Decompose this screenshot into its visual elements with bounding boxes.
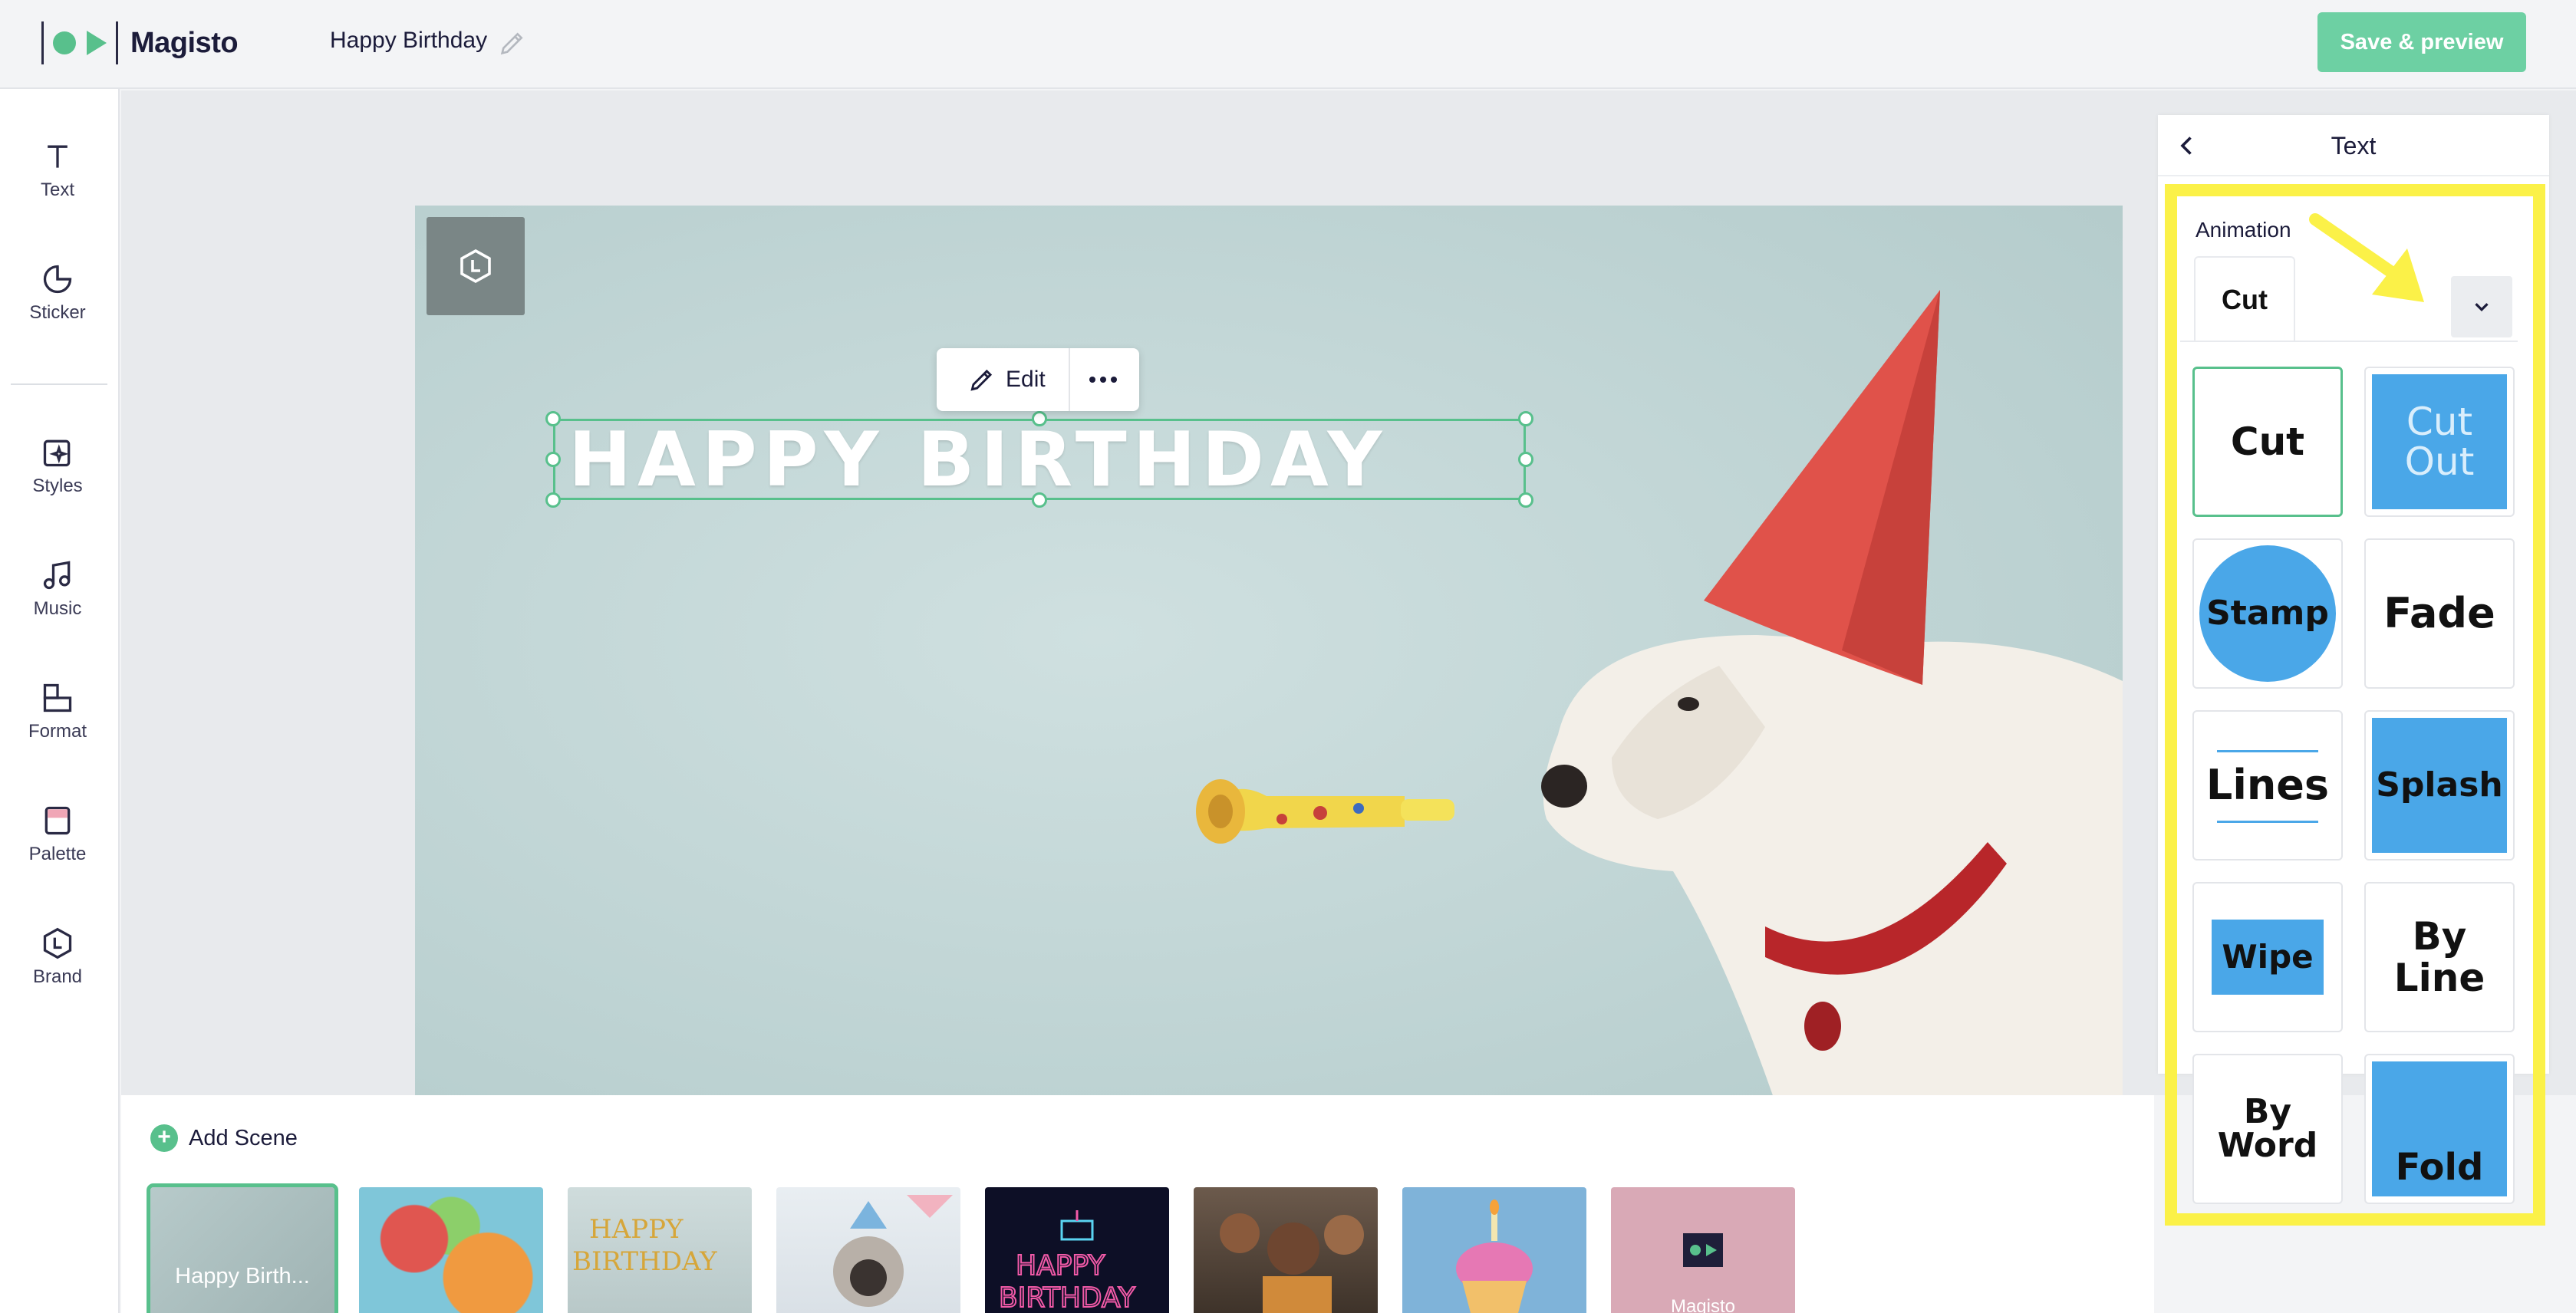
svg-text:BIRTHDAY: BIRTHDAY <box>999 1282 1136 1313</box>
magisto-logo[interactable]: Magisto <box>41 20 239 66</box>
scene-caption: Magisto <box>1670 1296 1736 1313</box>
palette-icon <box>44 806 71 835</box>
logo-play-icon <box>87 31 107 55</box>
text-icon <box>48 145 68 168</box>
resize-handle-bottom-left[interactable] <box>545 492 561 508</box>
scene-thumbnail[interactable]: Happy Birth... <box>147 1183 338 1313</box>
scene-thumbnail-birthday-letters[interactable]: HAPPY BIRTHDAY <box>568 1187 752 1313</box>
people-image <box>1220 1213 1364 1313</box>
edit-label: Edit <box>1006 367 1046 392</box>
svg-text:BIRTHDAY: BIRTHDAY <box>572 1246 717 1277</box>
scene-thumbnail-cupcake[interactable] <box>1402 1187 1586 1313</box>
panel-header: Text <box>2158 115 2549 176</box>
sidebar-item-brand[interactable]: Brand <box>0 926 115 1018</box>
sidebar-item-label: Music <box>33 598 82 619</box>
sidebar-item-label: Sticker <box>29 302 86 323</box>
cupcake-image <box>1456 1199 1533 1313</box>
sidebar-item-sticker[interactable]: Sticker <box>0 262 115 354</box>
sidebar-item-label: Format <box>28 721 87 742</box>
sidebar-item-format[interactable]: Format <box>0 681 115 773</box>
logo-dot-icon <box>53 31 76 54</box>
scene-thumbnail-neon[interactable]: HAPPY BIRTHDAY <box>985 1187 1169 1313</box>
dot <box>1099 377 1106 383</box>
styles-icon <box>43 439 71 467</box>
sticker-icon <box>43 265 72 294</box>
logo-bar <box>41 21 44 64</box>
birthday-letters-image: HAPPY BIRTHDAY <box>572 1214 717 1277</box>
resize-handle-top[interactable] <box>1032 411 1047 426</box>
brand-icon <box>43 927 72 959</box>
pencil-icon <box>970 369 993 391</box>
add-scene-label: Add Scene <box>189 1125 298 1150</box>
sidebar-item-music[interactable]: Music <box>0 558 115 650</box>
save-preview-button[interactable]: Save & preview <box>2317 12 2526 72</box>
sidebar-divider <box>11 383 107 385</box>
sidebar-item-styles[interactable]: Styles <box>0 436 115 528</box>
sidebar-item-text[interactable]: Text <box>0 140 115 232</box>
svg-text:HAPPY: HAPPY <box>589 1214 684 1245</box>
resize-handle-bottom[interactable] <box>1032 492 1047 508</box>
scene-image <box>1196 290 2123 1164</box>
dot <box>1089 377 1095 383</box>
party-hat <box>1704 290 1940 685</box>
edit-text-button[interactable]: Edit <box>937 348 1070 411</box>
app-name: Magisto <box>130 26 239 59</box>
plus-icon: + <box>150 1124 178 1152</box>
magisto-logo-icon <box>1683 1233 1723 1267</box>
pug-image <box>833 1195 953 1307</box>
text-selection-box[interactable] <box>553 419 1526 500</box>
sidebar-item-label: Styles <box>32 476 83 496</box>
sidebar-item-palette[interactable]: Palette <box>0 804 115 896</box>
rename-pencil-icon[interactable] <box>497 28 528 58</box>
neon-birthday-image: HAPPY BIRTHDAY <box>998 1210 1137 1313</box>
panel-title: Text <box>2331 132 2377 160</box>
back-chevron-icon[interactable] <box>2173 132 2201 160</box>
scene-caption: Happy Birth... <box>175 1264 310 1288</box>
text-edit-popover: Edit <box>937 348 1139 411</box>
resize-handle-bottom-right[interactable] <box>1518 492 1533 508</box>
party-blower <box>1196 779 1454 844</box>
resize-handle-right[interactable] <box>1518 452 1533 467</box>
resize-handle-top-right[interactable] <box>1518 411 1533 426</box>
scene-strip: + Add Scene Happy Birth... HAPPY BIRTHDA… <box>121 1095 2154 1313</box>
more-options-button[interactable] <box>1070 348 1136 411</box>
project-title: Happy Birthday <box>330 28 488 53</box>
scene-thumbnail-balloons[interactable] <box>359 1187 543 1313</box>
svg-text:HAPPY: HAPPY <box>1016 1250 1105 1282</box>
sidebar-item-label: Palette <box>28 844 87 864</box>
logo-bar <box>116 21 118 64</box>
sidebar-item-label: Text <box>40 179 74 200</box>
brand-watermark-button[interactable] <box>427 217 525 315</box>
resize-handle-top-left[interactable] <box>545 411 561 426</box>
left-toolbar: Text Sticker Styles Music Format Palette… <box>0 89 120 1313</box>
highlight-annotation-box <box>2165 184 2545 1226</box>
add-scene-button[interactable]: + Add Scene <box>150 1124 298 1152</box>
sidebar-item-label: Brand <box>32 966 83 987</box>
scene-thumbnail-pug[interactable] <box>776 1187 960 1313</box>
dog <box>1541 635 2123 1164</box>
scene-thumbnail-people[interactable] <box>1194 1187 1378 1313</box>
brand-icon <box>460 248 491 284</box>
scene-thumbnail-outro[interactable]: Magisto <box>1611 1187 1795 1313</box>
resize-handle-left[interactable] <box>545 452 561 467</box>
top-bar: Magisto Happy Birthday Save & preview <box>0 0 2576 89</box>
format-icon <box>43 683 72 712</box>
music-icon <box>43 561 71 590</box>
dot <box>1110 377 1117 383</box>
scene-preview[interactable]: HAPPY BIRTHDAY Edit <box>415 206 2123 1164</box>
